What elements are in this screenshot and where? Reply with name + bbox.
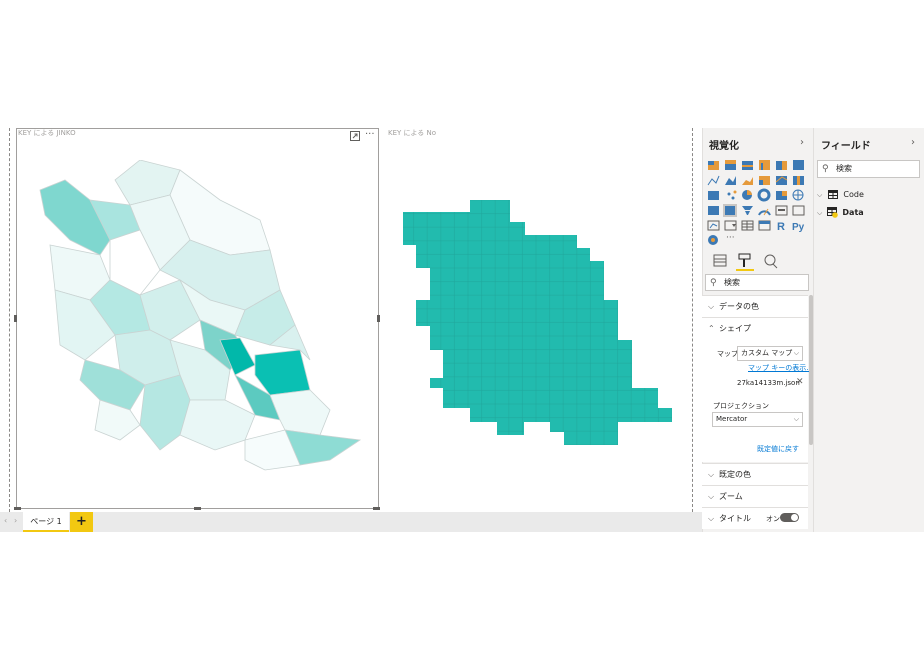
field-table-code[interactable]: ⌵ Code	[817, 190, 864, 200]
visual-type-gallery[interactable]: R Py	[706, 158, 810, 248]
line-chart-icon	[707, 175, 720, 186]
map-type-value: カスタム マップ	[741, 349, 793, 357]
field-table-data-label: Data	[842, 208, 864, 217]
donut-icon	[757, 188, 771, 202]
area-chart-icon	[725, 176, 736, 185]
visualizations-title: 視覚化	[709, 141, 739, 152]
resize-handle-right[interactable]	[377, 315, 380, 322]
100-stacked-column-icon	[793, 160, 804, 170]
title-toggle-switch[interactable]	[780, 513, 799, 522]
search-icon: ⚲	[822, 164, 829, 174]
fields-search-input[interactable]: ⚲ 検索	[817, 160, 920, 178]
more-options-icon[interactable]: ···	[365, 130, 375, 140]
map-type-dropdown[interactable]: カスタム マップ ⌵	[737, 346, 803, 361]
remove-map-icon[interactable]: ✕	[796, 377, 804, 387]
waterfall-icon	[708, 191, 719, 200]
fields-pane	[813, 128, 924, 532]
reset-default-link[interactable]: 既定値に戻す	[757, 444, 799, 454]
map-keys-link[interactable]: マップ キーの表示...	[748, 363, 813, 373]
stacked-area-icon	[742, 177, 753, 185]
python-visual-icon: Py	[792, 222, 805, 233]
visual-title-no: KEY による No	[388, 129, 437, 137]
format-paint-roller-icon	[738, 253, 751, 267]
scatter-icon	[727, 192, 731, 196]
multi-row-card-icon	[792, 205, 805, 216]
section-title-label: タイトル	[719, 514, 751, 523]
chevron-up-icon: ⌃	[708, 324, 715, 333]
filled-map-icon	[708, 206, 719, 215]
format-search-placeholder: 検索	[724, 278, 740, 287]
field-table-code-label: Code	[843, 190, 864, 199]
chevron-down-icon: ⌵	[817, 209, 823, 217]
section-shape-label: シェイプ	[719, 324, 751, 333]
chevron-down-icon: ⌵	[708, 514, 715, 523]
fields-title: フィールド	[821, 141, 871, 152]
chevron-down-icon: ⌵	[708, 492, 715, 501]
field-table-data[interactable]: ⌵ Data	[817, 207, 864, 218]
pane-tabs[interactable]	[712, 252, 782, 272]
projection-value: Mercator	[716, 415, 748, 423]
title-toggle-label: オン	[766, 515, 780, 523]
clustered-column-icon	[759, 160, 770, 170]
page-tab-bar	[0, 512, 702, 532]
canvas-margin-left	[9, 128, 10, 512]
format-tab-indicator	[736, 269, 754, 271]
search-icon: ⚲	[710, 278, 717, 288]
funnel-icon	[742, 206, 753, 215]
section-default-colors[interactable]: ⌵ 既定の色	[702, 463, 808, 485]
resize-handle-bottom[interactable]	[194, 507, 201, 510]
table-checked-icon	[826, 207, 838, 218]
tile-map[interactable]	[400, 200, 680, 450]
analytics-magnifier-icon	[764, 254, 778, 269]
table-icon	[827, 190, 838, 199]
resize-handle-left[interactable]	[14, 315, 17, 322]
section-shape[interactable]: ⌃ シェイプ	[702, 317, 808, 339]
focus-mode-icon[interactable]	[350, 131, 360, 144]
chevron-down-icon: ⌵	[708, 302, 715, 311]
more-visuals-icon[interactable]: ···	[726, 233, 735, 243]
section-default-colors-label: 既定の色	[719, 470, 751, 479]
collapse-visualizations-icon[interactable]: ›	[800, 137, 804, 148]
tab-scroll-left-icon[interactable]: ‹	[4, 516, 7, 525]
fields-search-placeholder: 検索	[836, 164, 852, 173]
chevron-down-icon: ⌵	[793, 349, 799, 357]
section-data-colors[interactable]: ⌵ データの色	[702, 295, 808, 317]
map-label: マップ	[717, 350, 738, 358]
section-data-colors-label: データの色	[719, 302, 759, 311]
chevron-down-icon: ⌵	[793, 415, 799, 423]
kpi-icon	[707, 220, 720, 231]
projection-label: プロジェクション	[713, 402, 769, 410]
section-zoom[interactable]: ⌵ ズーム	[702, 485, 808, 507]
collapse-fields-icon[interactable]: ›	[911, 137, 915, 148]
chevron-down-icon: ⌵	[817, 191, 823, 199]
add-page-button[interactable]: +	[70, 512, 93, 532]
chevron-down-icon: ⌵	[708, 470, 715, 479]
resize-handle-bottom-right[interactable]	[373, 507, 380, 510]
resize-handle-bottom-left[interactable]	[14, 507, 21, 510]
tab-scroll-right-icon[interactable]: ›	[14, 516, 17, 525]
fields-tab-icon	[713, 254, 727, 267]
r-visual-icon: R	[777, 221, 785, 233]
section-zoom-label: ズーム	[719, 492, 743, 501]
visual-title-jinko: KEY による JINKO	[18, 129, 76, 137]
projection-dropdown[interactable]: Mercator ⌵	[712, 412, 803, 427]
map-file-name: 27ka14133m.json	[737, 379, 800, 387]
format-search-input[interactable]: ⚲ 検索	[705, 274, 809, 291]
shape-map[interactable]	[30, 160, 370, 490]
canvas-margin-right	[692, 128, 693, 512]
page-tab-1[interactable]: ページ 1	[23, 512, 69, 532]
